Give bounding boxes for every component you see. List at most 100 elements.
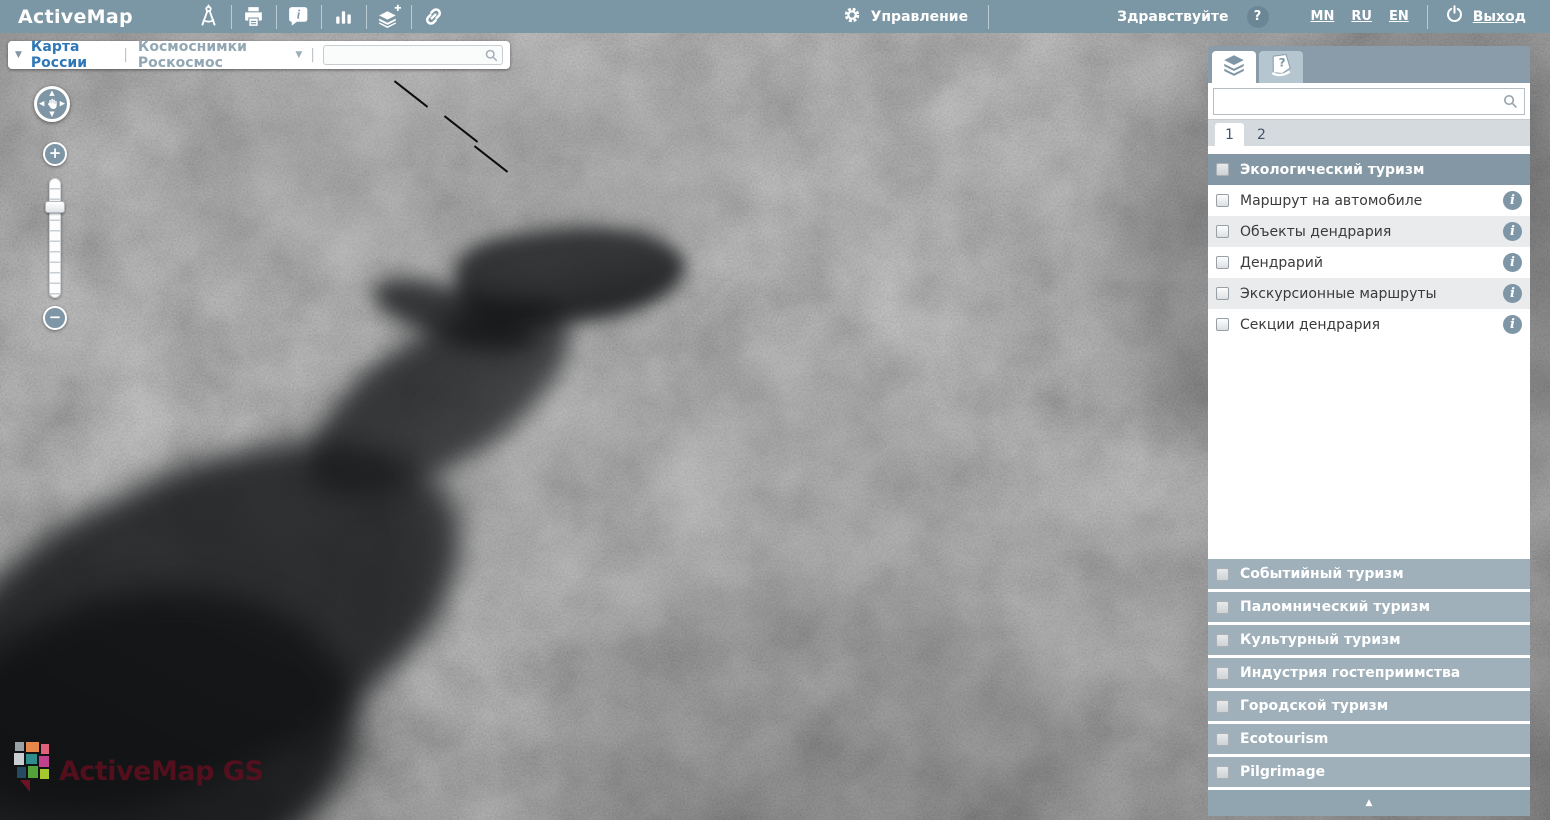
logout-label: Выход xyxy=(1473,9,1526,25)
divider: | xyxy=(123,47,128,63)
layer-checkbox[interactable] xyxy=(1216,287,1229,300)
group-header-collapsed[interactable]: Событийный туризм xyxy=(1208,559,1530,589)
panel-search-box xyxy=(1213,88,1525,115)
management-button[interactable]: Управление xyxy=(842,5,969,29)
map-dropdown-icon[interactable]: ▼ xyxy=(15,50,22,60)
group-checkbox[interactable] xyxy=(1216,634,1229,647)
basemap-dropdown-icon[interactable]: ▼ xyxy=(295,50,302,60)
measure-icon xyxy=(196,4,221,29)
layer-checkbox[interactable] xyxy=(1216,256,1229,269)
statistics-icon xyxy=(331,4,356,29)
zoom-out-button[interactable]: − xyxy=(43,306,67,330)
divider: | xyxy=(310,47,315,63)
group-checkbox[interactable] xyxy=(1216,568,1229,581)
group-label: Паломнический туризм xyxy=(1240,599,1430,615)
language-en[interactable]: EN xyxy=(1389,9,1409,24)
layer-label: Дендрарий xyxy=(1240,255,1323,271)
layer-checkbox[interactable] xyxy=(1216,318,1229,331)
group-checkbox[interactable] xyxy=(1216,733,1229,746)
layer-item[interactable]: Экскурсионные маршруты i xyxy=(1208,278,1530,309)
hand-icon xyxy=(44,96,61,113)
page-tab-2[interactable]: 2 xyxy=(1247,123,1276,146)
map-search-input[interactable] xyxy=(324,46,502,64)
layer-label: Секции дендрария xyxy=(1240,317,1380,333)
layer-item[interactable]: Секции дендрария i xyxy=(1208,309,1530,340)
legend-icon: i xyxy=(286,4,311,29)
layer-label: Маршрут на автомобиле xyxy=(1240,193,1422,209)
group-checkbox[interactable] xyxy=(1216,700,1229,713)
layer-item[interactable]: Дендрарий i xyxy=(1208,247,1530,278)
chevron-up-icon: ▲ xyxy=(1366,798,1373,808)
group-header-collapsed[interactable]: Паломнический туризм xyxy=(1208,592,1530,622)
tool-link-button[interactable] xyxy=(412,0,456,33)
info-icon[interactable]: i xyxy=(1503,222,1522,241)
basemap-selector[interactable]: Космоснимки Роскосмос xyxy=(138,39,287,71)
map-source-bar: ▼ Карта России | Космоснимки Роскосмос ▼… xyxy=(8,41,510,69)
panel-search-area xyxy=(1208,83,1530,119)
activemap-gs-logo-text: ActiveMap GS xyxy=(59,756,263,787)
info-icon[interactable]: i xyxy=(1503,284,1522,303)
spacer xyxy=(1208,146,1530,154)
layer-label: Экскурсионные маршруты xyxy=(1240,286,1437,302)
layer-search-input[interactable] xyxy=(1214,90,1524,113)
search-icon xyxy=(484,48,499,63)
spacer xyxy=(1208,340,1530,556)
group-label: Событийный туризм xyxy=(1240,566,1404,582)
language-mn[interactable]: MN xyxy=(1311,9,1335,24)
group-header-collapsed[interactable]: Ecotourism xyxy=(1208,724,1530,754)
layer-item[interactable]: Объекты дендрария i xyxy=(1208,216,1530,247)
layers-panel: ? 12 Экологический туризм Маршрут на авт… xyxy=(1208,46,1530,816)
info-icon[interactable]: i xyxy=(1503,315,1522,334)
group-header-collapsed[interactable]: Городской туризм xyxy=(1208,691,1530,721)
group-header-expanded[interactable]: Экологический туризм xyxy=(1208,154,1530,185)
legend-help-icon: ? xyxy=(1268,52,1294,82)
group-header-collapsed[interactable]: Pilgrimage xyxy=(1208,757,1530,787)
language-ru[interactable]: RU xyxy=(1351,9,1372,24)
group-header-collapsed[interactable]: Индустрия гостеприимства xyxy=(1208,658,1530,688)
group-checkbox[interactable] xyxy=(1216,766,1229,779)
zoom-slider-handle[interactable] xyxy=(45,201,65,213)
group-checkbox[interactable] xyxy=(1216,601,1229,614)
group-header-collapsed[interactable]: Культурный туризм xyxy=(1208,625,1530,655)
map-name-link[interactable]: Карта России xyxy=(31,39,113,71)
greeting-label: Здравствуйте xyxy=(1117,9,1228,25)
help-button[interactable]: ? xyxy=(1247,6,1269,28)
tool-add-layers-button[interactable] xyxy=(367,0,411,33)
app-logo: ActiveMap xyxy=(18,6,133,28)
pan-control[interactable]: ▲ ▼ ◀ ▶ xyxy=(34,86,70,122)
zoom-slider[interactable] xyxy=(49,178,61,298)
search-icon xyxy=(1502,93,1519,110)
collapse-panel-button[interactable]: ▲ xyxy=(1208,790,1530,816)
gear-icon xyxy=(842,5,862,29)
logout-button[interactable]: Выход xyxy=(1444,4,1526,29)
svg-text:?: ? xyxy=(1279,56,1286,70)
layer-label: Объекты дендрария xyxy=(1240,224,1391,240)
activemap-gs-logo-icon xyxy=(14,742,50,794)
tool-statistics-button[interactable] xyxy=(322,0,366,33)
layer-checkbox[interactable] xyxy=(1216,225,1229,238)
tab-legend[interactable]: ? xyxy=(1259,51,1303,83)
layer-checkbox[interactable] xyxy=(1216,194,1229,207)
group-label: Культурный туризм xyxy=(1240,632,1401,648)
collapsed-groups: Событийный туризм Паломнический туризм Кул… xyxy=(1208,556,1530,787)
toolbar-separator xyxy=(1427,5,1428,29)
layer-item[interactable]: Маршрут на автомобиле i xyxy=(1208,185,1530,216)
layers-icon xyxy=(1221,52,1247,82)
group-label: Ecotourism xyxy=(1240,731,1328,747)
page-tab-1[interactable]: 1 xyxy=(1215,123,1244,146)
info-icon[interactable]: i xyxy=(1503,253,1522,272)
language-switcher: MN RU EN xyxy=(1311,9,1409,24)
tool-legend-button[interactable]: i xyxy=(277,0,321,33)
tool-measure-button[interactable] xyxy=(187,0,231,33)
group-label: Экологический туризм xyxy=(1240,162,1424,178)
tool-print-button[interactable] xyxy=(232,0,276,33)
info-icon[interactable]: i xyxy=(1503,191,1522,210)
panel-tabs: ? xyxy=(1208,46,1530,83)
question-icon: ? xyxy=(1254,9,1262,24)
zoom-in-button[interactable]: + xyxy=(43,142,67,166)
tab-layers[interactable] xyxy=(1212,51,1256,83)
layer-list: Экологический туризм Маршрут на автомоби… xyxy=(1208,146,1530,816)
group-checkbox[interactable] xyxy=(1216,667,1229,680)
group-checkbox[interactable] xyxy=(1216,163,1229,176)
panel-page-tabs: 12 xyxy=(1208,119,1530,146)
